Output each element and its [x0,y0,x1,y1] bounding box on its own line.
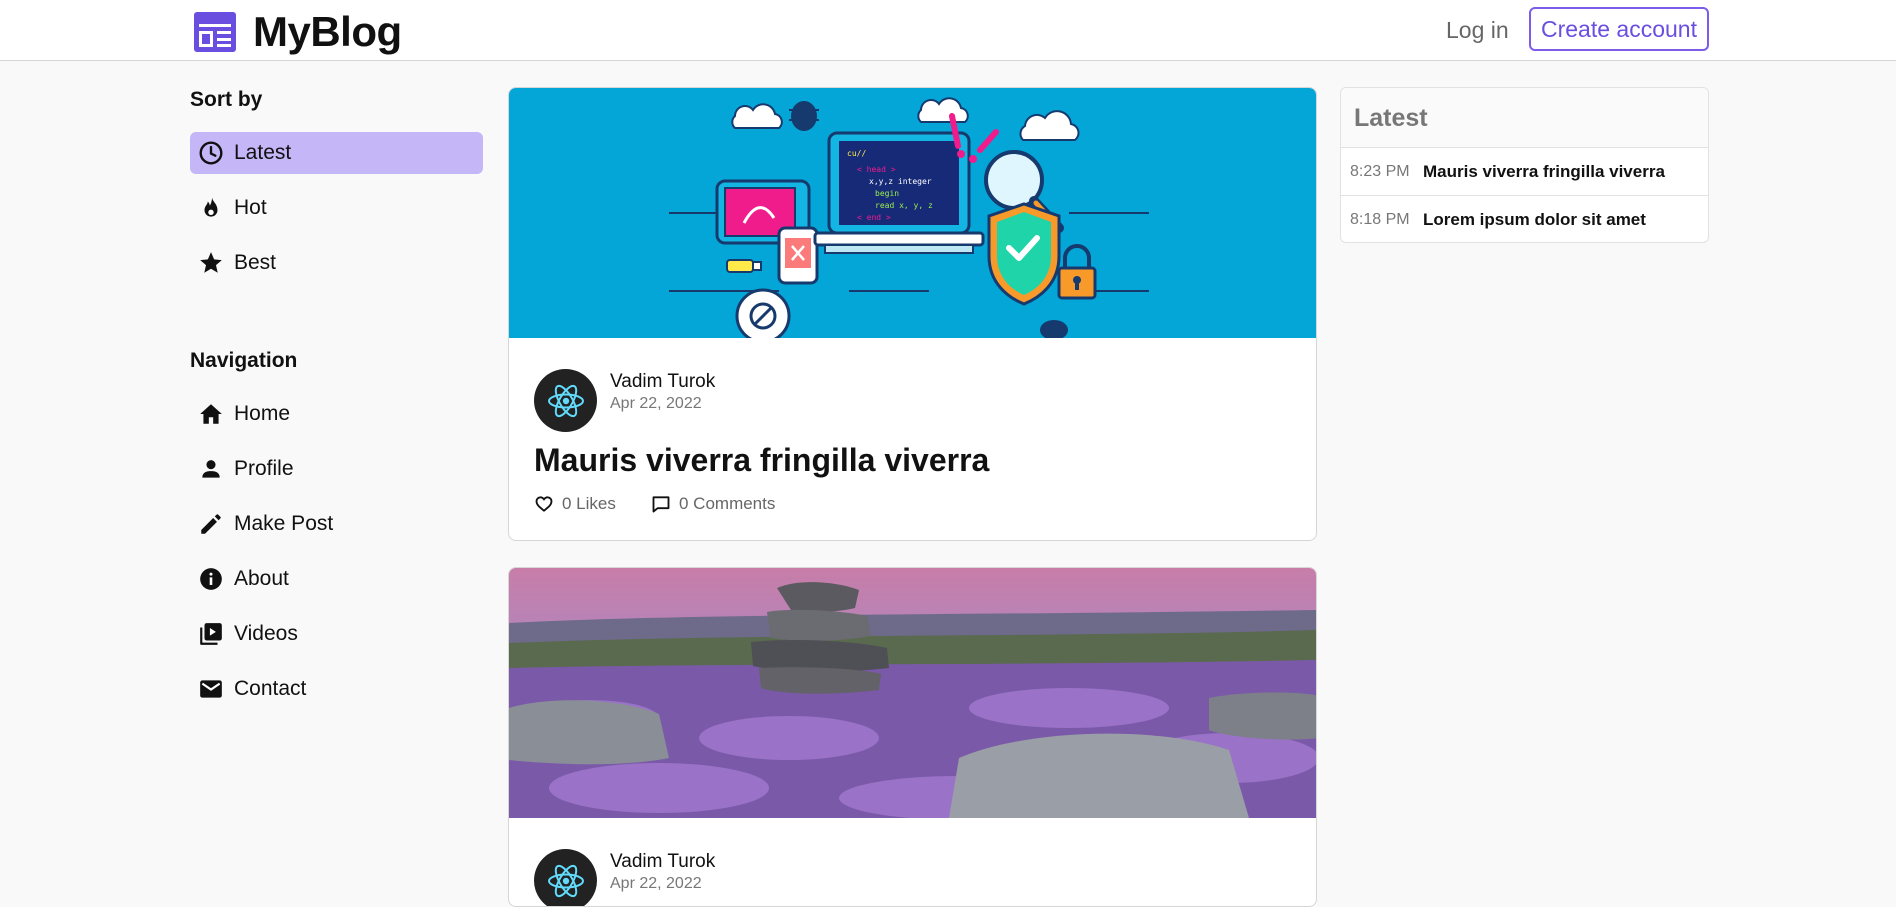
like-button[interactable]: 0 Likes [534,494,616,514]
svg-text:read x, y, z: read x, y, z [875,201,933,210]
latest-item-title[interactable]: Lorem ipsum dolor sit amet [1423,210,1646,230]
pencil-icon [198,511,224,537]
video-library-icon [198,621,224,647]
flame-icon [198,195,224,221]
latest-panel-title: Latest [1341,88,1708,148]
svg-text:cu//: cu// [847,149,866,158]
comment-icon [652,496,670,513]
nav-about-label: About [234,567,289,590]
comments-count: 0 Comments [679,494,776,513]
svg-text:x,y,z integer: x,y,z integer [869,177,932,186]
latest-item-time: 8:23 PM [1350,162,1410,180]
nav-contact[interactable]: Contact [190,668,483,710]
clock-icon [198,140,224,166]
author-avatar[interactable] [534,369,597,432]
create-account-button[interactable]: Create account [1529,7,1709,51]
react-logo-icon [547,864,584,897]
brand-logo[interactable]: MyBlog [192,8,402,56]
navigation-title: Navigation [190,349,298,372]
nav-make-post-label: Make Post [234,512,334,535]
react-logo-icon [547,384,584,417]
nav-contact-label: Contact [234,677,307,700]
latest-item-time: 8:18 PM [1350,211,1410,228]
mail-icon [198,676,224,702]
sort-best-label: Best [234,251,277,274]
post-title[interactable]: Mauris viverra fringilla viverra [534,442,989,479]
nav-about[interactable]: About [190,558,483,600]
nav-home-label: Home [234,402,291,425]
nav-videos[interactable]: Videos [190,613,483,655]
svg-text:begin: begin [875,189,899,198]
sort-by-title: Sort by [190,88,263,111]
post-author[interactable]: Vadim Turok [610,371,715,393]
latest-item-title[interactable]: Mauris viverra fringilla viverra [1423,162,1665,182]
post-card[interactable]: cu// < head > x,y,z integer begin read x… [508,87,1317,541]
post-date: Apr 22, 2022 [610,395,702,412]
likes-count: 0 Likes [562,494,616,513]
home-icon [198,401,224,427]
newspaper-logo-icon [194,12,236,52]
post-date: Apr 22, 2022 [610,875,702,892]
brand-name: MyBlog [253,8,402,55]
nav-videos-label: Videos [234,622,298,645]
post-cover-image[interactable]: cu// < head > x,y,z integer begin read x… [509,88,1317,338]
nav-home[interactable]: Home [190,393,483,435]
svg-text:< end >: < end > [857,213,891,222]
sort-latest[interactable]: Latest [190,132,483,174]
heart-icon [535,496,553,512]
post-author[interactable]: Vadim Turok [610,851,715,873]
nav-profile[interactable]: Profile [190,448,483,490]
login-link[interactable]: Log in [1438,12,1517,48]
svg-text:< head >: < head > [857,165,896,174]
star-icon [198,250,224,276]
person-icon [198,456,224,482]
sort-latest-label: Latest [234,141,292,164]
latest-item[interactable]: 8:18 PM Lorem ipsum dolor sit amet [1341,196,1708,242]
sort-hot-label: Hot [234,196,267,219]
nav-profile-label: Profile [234,457,294,480]
sort-best[interactable]: Best [190,242,483,284]
nav-make-post[interactable]: Make Post [190,503,483,545]
sort-hot[interactable]: Hot [190,187,483,229]
post-cover-image[interactable] [509,568,1317,818]
info-icon [198,566,224,592]
latest-panel: Latest 8:23 PM Mauris viverra fringilla … [1340,87,1709,243]
post-card[interactable]: Vadim Turok Apr 22, 2022 [508,567,1317,907]
latest-item[interactable]: 8:23 PM Mauris viverra fringilla viverra [1341,148,1708,196]
author-avatar[interactable] [534,849,597,906]
comments-button[interactable]: 0 Comments [651,494,775,514]
top-header: MyBlog Log in Create account [0,0,1896,61]
